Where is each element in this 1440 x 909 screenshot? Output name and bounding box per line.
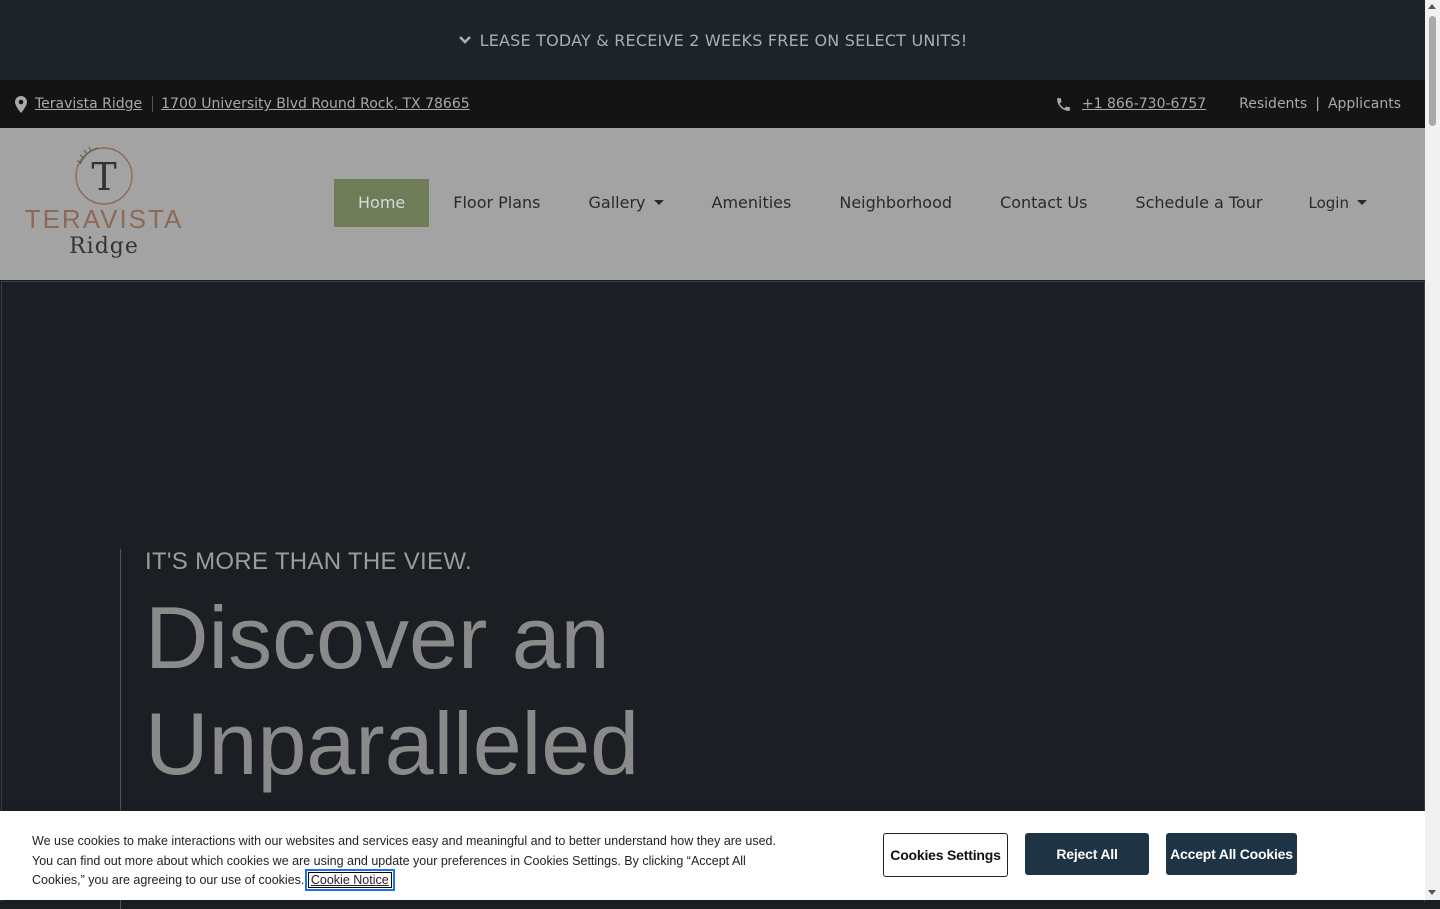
nav-neighborhood[interactable]: Neighborhood: [815, 179, 976, 227]
phone-icon: [1055, 96, 1072, 113]
cookies-settings-button[interactable]: Cookies Settings: [883, 833, 1008, 877]
cookie-message: We use cookies to make interactions with…: [32, 834, 776, 887]
reject-all-button[interactable]: Reject All: [1025, 833, 1149, 875]
hero-headline-line1: Discover an: [145, 588, 610, 687]
logo-line2: Ridge: [69, 234, 139, 259]
caret-down-icon: [653, 200, 664, 205]
nav-gallery-label: Gallery: [588, 193, 646, 212]
hero-kicker: IT'S MORE THAN THE VIEW.: [145, 548, 472, 575]
main-navbar: T TERAVISTA Ridge Home Floor Plans Galle…: [0, 128, 1425, 280]
nav-home[interactable]: Home: [334, 179, 430, 227]
promo-banner[interactable]: LEASE TODAY & RECEIVE 2 WEEKS FREE ON SE…: [0, 0, 1425, 80]
map-pin-icon: [15, 95, 27, 113]
nav-amenities[interactable]: Amenities: [688, 179, 816, 227]
hero-headline: Discover an Unparalleled: [145, 585, 845, 797]
nav-floor-plans[interactable]: Floor Plans: [429, 179, 564, 227]
scroll-up-icon[interactable]: [1428, 4, 1436, 9]
hero-section: IT'S MORE THAN THE VIEW. Discover an Unp…: [1, 281, 1425, 909]
svg-text:T: T: [91, 155, 116, 199]
nav-gallery[interactable]: Gallery: [565, 179, 688, 227]
nav-schedule-tour[interactable]: Schedule a Tour: [1111, 179, 1286, 227]
page-scrollbar[interactable]: [1425, 0, 1440, 900]
cookie-text: We use cookies to make interactions with…: [32, 832, 792, 891]
divider: [152, 96, 154, 112]
applicants-link[interactable]: Applicants: [1328, 96, 1401, 112]
nav-login[interactable]: Login: [1284, 179, 1390, 227]
pipe-separator: |: [1315, 96, 1320, 112]
top-info-bar: Teravista Ridge 1700 University Blvd Rou…: [0, 80, 1425, 128]
scroll-down-icon[interactable]: [1428, 890, 1436, 895]
cookie-notice-link[interactable]: Cookie Notice: [304, 869, 395, 891]
logo-monogram-icon: T: [75, 146, 133, 205]
hero-headline-line2: Unparalleled: [145, 694, 640, 793]
nav-login-label: Login: [1308, 194, 1349, 212]
chevron-down-icon: [458, 35, 472, 45]
address-link[interactable]: 1700 University Blvd Round Rock, TX 7866…: [161, 96, 470, 112]
residents-link[interactable]: Residents: [1239, 96, 1307, 112]
cookie-consent-banner: We use cookies to make interactions with…: [0, 811, 1425, 900]
main-nav: Home Floor Plans Gallery Amenities Neigh…: [334, 179, 1391, 227]
nav-contact-us[interactable]: Contact Us: [976, 179, 1111, 227]
teravista-ridge-logo[interactable]: T TERAVISTA Ridge: [12, 140, 196, 268]
property-name-link[interactable]: Teravista Ridge: [35, 96, 142, 112]
logo-line1: TERAVISTA: [24, 204, 184, 234]
promo-banner-text: LEASE TODAY & RECEIVE 2 WEEKS FREE ON SE…: [479, 30, 968, 50]
accept-all-cookies-button[interactable]: Accept All Cookies: [1166, 833, 1297, 875]
caret-down-icon: [1356, 200, 1367, 205]
phone-link[interactable]: +1 866-730-6757: [1082, 96, 1206, 112]
scrollbar-thumb[interactable]: [1429, 16, 1436, 126]
